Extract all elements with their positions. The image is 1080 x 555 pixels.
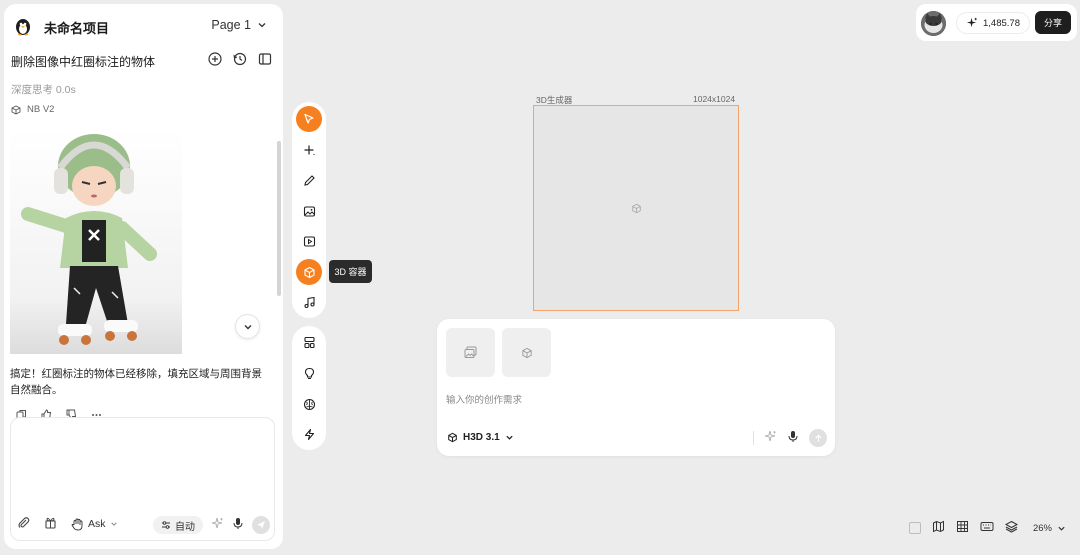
pointer-icon (304, 113, 314, 124)
tool-layout[interactable] (296, 329, 322, 355)
tool-idea[interactable] (296, 360, 322, 386)
cube-icon (631, 203, 641, 213)
model-tag: NB V2 (11, 104, 54, 115)
tool-3d-container[interactable] (296, 259, 322, 285)
cube-icon (448, 432, 457, 443)
model-selector-label: H3D 3.1 (463, 432, 500, 443)
chat-title: 删除图像中红圈标注的物体 (11, 55, 156, 69)
sliders-icon (162, 521, 170, 529)
tool-audio[interactable] (296, 289, 322, 315)
send-icon (257, 521, 265, 529)
chat-input-box[interactable]: Ask 自动 (10, 417, 275, 541)
chevron-down-icon (258, 23, 266, 28)
tool-group-secondary (292, 326, 326, 450)
map-icon[interactable] (932, 520, 945, 536)
3d-model-slot[interactable] (502, 328, 551, 377)
image-icon (303, 205, 315, 217)
video-icon (303, 235, 315, 247)
attach-icon[interactable] (17, 516, 30, 532)
frame-size: 1024x1024 (693, 94, 736, 104)
tool-brain[interactable] (296, 391, 322, 417)
sparkle-icon[interactable] (764, 430, 777, 446)
cube-icon (303, 266, 315, 278)
panel-header: 未命名项目 Page 1 (4, 4, 283, 48)
credits-value: 1,485.78 (983, 17, 1020, 29)
chevron-down-icon (506, 435, 513, 440)
layout-icon (303, 336, 315, 348)
cube-icon (521, 347, 532, 358)
tool-add[interactable] (296, 137, 322, 163)
layers-icon[interactable] (1004, 520, 1019, 536)
zoom-value: 26% (1032, 522, 1052, 534)
ask-mode-label: Ask (88, 518, 106, 530)
microphone-icon[interactable] (232, 517, 244, 533)
gift-icon[interactable] (44, 516, 57, 532)
thinking-status: 深度思考 0.0s (11, 84, 76, 96)
grid-icon[interactable] (956, 520, 969, 536)
auto-mode-button[interactable]: 自动 (153, 516, 203, 534)
assistant-reply: 搞定！红圈标注的物体已经移除，填充区域与周围背景自然融合。 (10, 368, 262, 396)
sparkle-icon (966, 17, 977, 28)
tool-group-main (292, 102, 326, 318)
generate-button[interactable] (809, 429, 827, 447)
keyboard-icon[interactable] (980, 520, 994, 536)
tool-tooltip: 3D 容器 (329, 260, 372, 283)
bottom-right-bar: 26% (908, 520, 1066, 536)
app-logo[interactable] (12, 15, 34, 37)
prompt-input[interactable]: 输入你的创作需求 (446, 392, 522, 406)
model-tag-label: NB V2 (27, 104, 55, 115)
ask-mode-selector[interactable]: Ask (71, 518, 118, 531)
scroll-to-bottom-button[interactable] (235, 314, 260, 339)
microphone-icon[interactable] (787, 430, 799, 446)
reference-image-slot[interactable] (446, 328, 495, 377)
cube-icon (11, 104, 21, 115)
lightning-icon (304, 428, 314, 440)
share-button[interactable]: 分享 (1035, 11, 1071, 34)
arrow-up-icon (814, 434, 822, 442)
chevron-down-icon (110, 522, 117, 526)
brain-icon (303, 398, 315, 410)
result-image[interactable] (10, 128, 182, 354)
model-selector[interactable]: H3D 3.1 (447, 432, 514, 443)
zoom-selector[interactable]: 26% (1033, 523, 1066, 534)
chat-title-row: 删除图像中红圈标注的物体 (4, 48, 283, 74)
square-icon[interactable] (908, 522, 921, 534)
page-selector[interactable]: Page 1 (211, 18, 267, 32)
history-icon[interactable] (232, 51, 248, 67)
tool-quick[interactable] (296, 421, 322, 447)
avatar[interactable] (921, 11, 946, 36)
tool-image[interactable] (296, 198, 322, 224)
chat-scrollbar[interactable] (277, 141, 281, 296)
tool-select[interactable] (296, 106, 322, 132)
tool-video[interactable] (296, 228, 322, 254)
auto-mode-label: 自动 (175, 521, 195, 533)
page-selector-label: Page 1 (211, 18, 251, 32)
chat-panel: 未命名项目 Page 1 删除图像中红圈标注的物体 深度思考 0.0s NB V… (4, 4, 283, 549)
generator-panel: 输入你的创作需求 H3D 3.1 (437, 319, 835, 456)
new-chat-icon[interactable] (207, 51, 223, 67)
sparkle-icon[interactable] (211, 517, 224, 533)
lightbulb-icon (304, 367, 314, 379)
tool-pencil[interactable] (296, 167, 322, 193)
music-icon (303, 296, 315, 308)
chevron-down-icon (244, 324, 251, 329)
hand-icon (71, 518, 83, 530)
send-button[interactable] (252, 516, 270, 534)
sidebar-toggle-icon[interactable] (257, 51, 273, 67)
3d-generator-frame[interactable] (533, 105, 739, 311)
pencil-icon (303, 174, 315, 186)
credits-badge[interactable]: 1,485.78 (956, 12, 1030, 34)
plus-icon (304, 145, 315, 155)
add-image-icon (464, 346, 477, 358)
divider (753, 431, 754, 445)
chat-messages[interactable]: 深度思考 0.0s NB V2 搞定！红圈标注的物体已经移除，填充区域与周围背景… (4, 76, 283, 421)
top-right-bar: 1,485.78 分享 (916, 4, 1077, 41)
chevron-down-icon (1058, 526, 1065, 531)
project-name[interactable]: 未命名项目 (44, 18, 109, 37)
